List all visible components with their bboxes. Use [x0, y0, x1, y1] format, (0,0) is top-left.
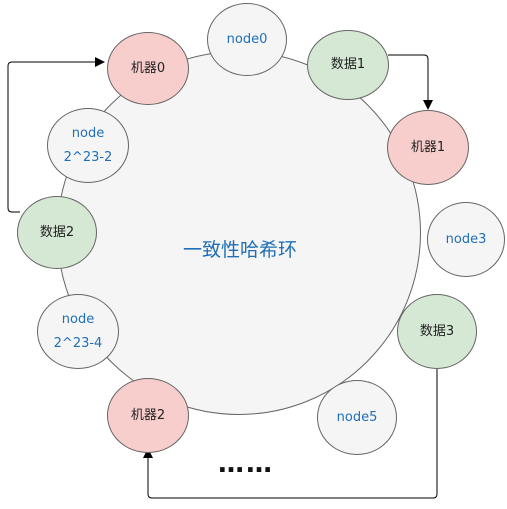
ring-node-2-23-4: node 2^23-4	[37, 294, 119, 369]
data-node-data2: 数据2	[17, 196, 97, 269]
ellipsis-more-nodes: ……	[218, 449, 274, 479]
machine-node-machine1: 机器1	[387, 110, 469, 185]
machine-node-machine2: 机器2	[107, 378, 189, 453]
ring-node-2-23-2: node 2^23-2	[47, 108, 129, 183]
ring-node-node0: node0	[207, 3, 287, 76]
ring-node-node5: node5	[317, 380, 397, 455]
edge-data1-to-machine1	[388, 54, 433, 110]
data-node-data1: 数据1	[307, 30, 389, 100]
machine-node-machine0: 机器0	[107, 32, 189, 105]
data-node-data3: 数据3	[397, 294, 477, 369]
ring-node-node3: node3	[427, 202, 505, 277]
consistent-hash-diagram: 一致性哈希环 node0 数据1 机器1 node3 数据3 node5 机器2…	[0, 0, 507, 509]
